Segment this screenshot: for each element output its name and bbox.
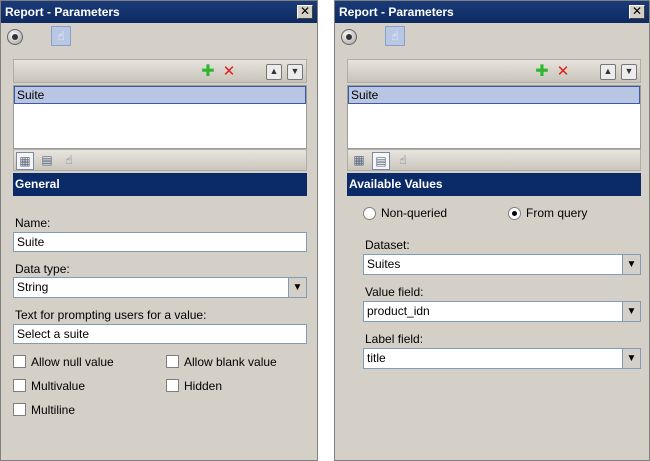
section-header: Available Values	[347, 173, 641, 196]
delete-parameter-icon[interactable]: ✕	[555, 64, 571, 80]
chevron-down-icon[interactable]: ▼	[622, 302, 640, 321]
parameter-list-item[interactable]: Suite	[14, 86, 306, 104]
chevron-down-icon[interactable]: ▼	[622, 255, 640, 274]
dataset-value: Suites	[367, 257, 401, 271]
prompt-field[interactable]: Select a suite	[13, 324, 307, 344]
default-tab-icon[interactable]: ☝	[60, 152, 78, 170]
label-field-label: Label field:	[365, 332, 424, 346]
label-field-select[interactable]: title ▼	[363, 348, 641, 369]
panel-toolbar: ☝	[1, 23, 317, 51]
hidden-checkbox[interactable]	[166, 379, 179, 392]
name-field[interactable]: Suite	[13, 232, 307, 252]
move-up-icon[interactable]: ▲	[600, 64, 616, 80]
parameter-list: Suite	[347, 85, 641, 149]
add-parameter-icon[interactable]: ✚	[200, 64, 216, 80]
chevron-down-icon[interactable]: ▼	[288, 278, 306, 297]
close-icon[interactable]: ✕	[629, 5, 645, 19]
datatype-label: Data type:	[15, 262, 70, 276]
parameter-list-item[interactable]: Suite	[348, 86, 640, 104]
non-queried-label: Non-queried	[381, 206, 448, 220]
panel-toolbar: ☝	[335, 23, 649, 51]
multiline-checkbox[interactable]	[13, 403, 26, 416]
back-circle-icon[interactable]	[7, 29, 23, 45]
hand-icon[interactable]: ☝	[51, 26, 71, 46]
from-query-radio[interactable]	[508, 207, 521, 220]
hidden-label: Hidden	[184, 379, 223, 393]
allow-blank-checkbox[interactable]	[166, 355, 179, 368]
value-field-value: product_idn	[367, 304, 430, 318]
non-queried-radio[interactable]	[363, 207, 376, 220]
datatype-select[interactable]: String ▼	[13, 277, 307, 298]
move-down-icon[interactable]: ▼	[621, 64, 637, 80]
multiline-label: Multiline	[31, 403, 76, 417]
parameters-panel-left: Report - Parameters ✕ ☝ ✚ ✕ ▲ ▼ Suite ▦ …	[0, 0, 318, 461]
allow-null-checkbox[interactable]	[13, 355, 26, 368]
prompt-label: Text for prompting users for a value:	[15, 308, 207, 322]
general-tab-icon[interactable]: ▦	[16, 152, 34, 170]
parameters-panel-right: Report - Parameters ✕ ☝ ✚ ✕ ▲ ▼ Suite ▦ …	[334, 0, 650, 461]
multivalue-checkbox[interactable]	[13, 379, 26, 392]
tab-strip: ▦ ▤ ☝	[347, 149, 641, 171]
general-tab-icon[interactable]: ▦	[350, 152, 368, 170]
values-tab-icon[interactable]: ▤	[372, 152, 390, 170]
back-circle-icon[interactable]	[341, 29, 357, 45]
value-field-select[interactable]: product_idn ▼	[363, 301, 641, 322]
panel-titlebar: Report - Parameters ✕	[335, 1, 649, 23]
tab-strip: ▦ ▤ ☝	[13, 149, 307, 171]
allow-null-label: Allow null value	[31, 355, 114, 369]
hand-icon[interactable]: ☝	[385, 26, 405, 46]
dataset-label: Dataset:	[365, 238, 410, 252]
default-tab-icon[interactable]: ☝	[394, 152, 412, 170]
label-field-value: title	[367, 351, 386, 365]
dataset-select[interactable]: Suites ▼	[363, 254, 641, 275]
values-tab-icon[interactable]: ▤	[38, 152, 56, 170]
move-up-icon[interactable]: ▲	[266, 64, 282, 80]
from-query-label: From query	[526, 206, 588, 220]
panel-title: Report - Parameters	[5, 5, 120, 19]
parameter-list: Suite	[13, 85, 307, 149]
section-header: General	[13, 173, 307, 196]
list-toolbar: ✚ ✕ ▲ ▼	[347, 59, 641, 83]
value-field-label: Value field:	[365, 285, 424, 299]
allow-blank-label: Allow blank value	[184, 355, 277, 369]
list-toolbar: ✚ ✕ ▲ ▼	[13, 59, 307, 83]
panel-title: Report - Parameters	[339, 5, 454, 19]
datatype-value: String	[17, 280, 49, 294]
delete-parameter-icon[interactable]: ✕	[221, 64, 237, 80]
move-down-icon[interactable]: ▼	[287, 64, 303, 80]
multivalue-label: Multivalue	[31, 379, 86, 393]
close-icon[interactable]: ✕	[297, 5, 313, 19]
add-parameter-icon[interactable]: ✚	[534, 64, 550, 80]
panel-titlebar: Report - Parameters ✕	[1, 1, 317, 23]
chevron-down-icon[interactable]: ▼	[622, 349, 640, 368]
name-label: Name:	[15, 216, 51, 230]
